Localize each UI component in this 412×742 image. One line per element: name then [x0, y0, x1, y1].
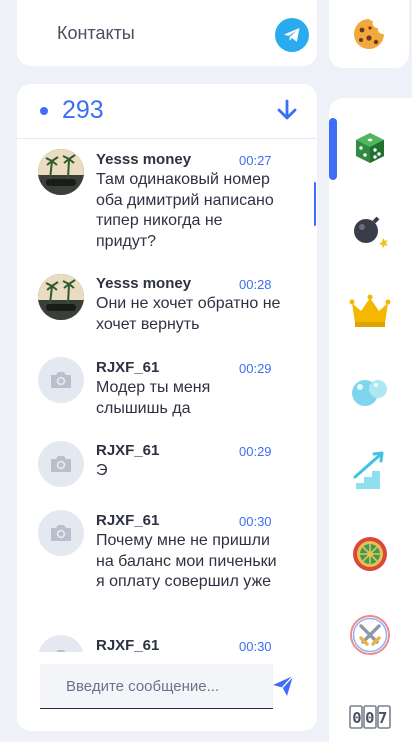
- message-time: 00:29: [239, 444, 272, 459]
- avatar[interactable]: [38, 357, 84, 403]
- message-username[interactable]: RJXF_61: [96, 637, 159, 652]
- avatar[interactable]: [38, 441, 84, 487]
- message-username[interactable]: RJXF_61: [96, 512, 159, 529]
- bubbles-icon: [352, 380, 387, 406]
- chat-panel: 293 Yesss money 00:27 Там одинаковый ном…: [17, 84, 317, 731]
- game-mines[interactable]: [347, 206, 393, 252]
- camera-icon: [51, 525, 71, 541]
- dice-icon: [356, 133, 384, 163]
- online-indicator: [40, 107, 48, 115]
- game-crash[interactable]: [347, 448, 393, 494]
- message-text: Почему мне не пришли на баланс мои пичен…: [96, 532, 277, 590]
- game-battle[interactable]: [347, 612, 393, 658]
- message-text: Там одинаковый номер оба димитрий написа…: [96, 171, 274, 250]
- message-time: 00:28: [239, 277, 272, 292]
- message-username[interactable]: RJXF_61: [96, 359, 159, 376]
- message-list[interactable]: Yesss money 00:27 Там одинаковый номер о…: [17, 139, 317, 652]
- avatar[interactable]: [38, 274, 84, 320]
- crown-icon: [349, 294, 391, 327]
- telegram-icon[interactable]: [275, 18, 309, 52]
- cookie-icon: [354, 19, 384, 49]
- camera-icon: [51, 456, 71, 472]
- camera-icon: [51, 372, 71, 388]
- game-crown[interactable]: [347, 288, 393, 334]
- counter-digits-icon: 007: [349, 705, 391, 729]
- chat-scrollbar[interactable]: [314, 182, 316, 226]
- crossed-swords-icon: [350, 615, 390, 655]
- bomb-icon: [354, 216, 388, 248]
- message-username[interactable]: Yesss money: [96, 151, 191, 168]
- camera-icon: [56, 650, 66, 652]
- active-game-indicator: [329, 118, 337, 180]
- chat-header: 293: [17, 84, 317, 139]
- roulette-wheel-icon: [353, 537, 387, 571]
- message-time: 00:30: [239, 639, 272, 652]
- message-time: 00:30: [239, 514, 272, 529]
- counter-digit: 007: [352, 709, 391, 727]
- message-time: 00:27: [239, 153, 272, 168]
- message-input[interactable]: [40, 664, 276, 708]
- games-sidebar: 007: [329, 98, 412, 742]
- game-roulette[interactable]: [347, 531, 393, 577]
- cookie-balance-button[interactable]: [329, 0, 409, 68]
- arrow-down-icon[interactable]: [276, 98, 298, 122]
- message-composer: [40, 664, 276, 709]
- send-icon[interactable]: [271, 674, 295, 698]
- avatar[interactable]: [38, 510, 84, 556]
- game-dice[interactable]: [347, 125, 393, 171]
- contacts-label: Контакты: [57, 23, 135, 43]
- game-bubbles[interactable]: [347, 368, 393, 414]
- online-count: 293: [62, 96, 104, 124]
- message-text: Модер ты меня слышишь да: [96, 379, 211, 417]
- message-text: Они не хочет обратно не хочет вернуть: [96, 295, 281, 333]
- message-username[interactable]: Yesss money: [96, 275, 191, 292]
- crash-chart-icon: [353, 451, 384, 489]
- message-username[interactable]: RJXF_61: [96, 442, 159, 459]
- avatar[interactable]: [38, 635, 84, 652]
- message-text: Э: [96, 462, 108, 479]
- message-time: 00:29: [239, 361, 272, 376]
- contacts-card[interactable]: Контакты: [17, 0, 317, 66]
- game-counter[interactable]: 007: [347, 694, 393, 740]
- avatar[interactable]: [38, 149, 84, 195]
